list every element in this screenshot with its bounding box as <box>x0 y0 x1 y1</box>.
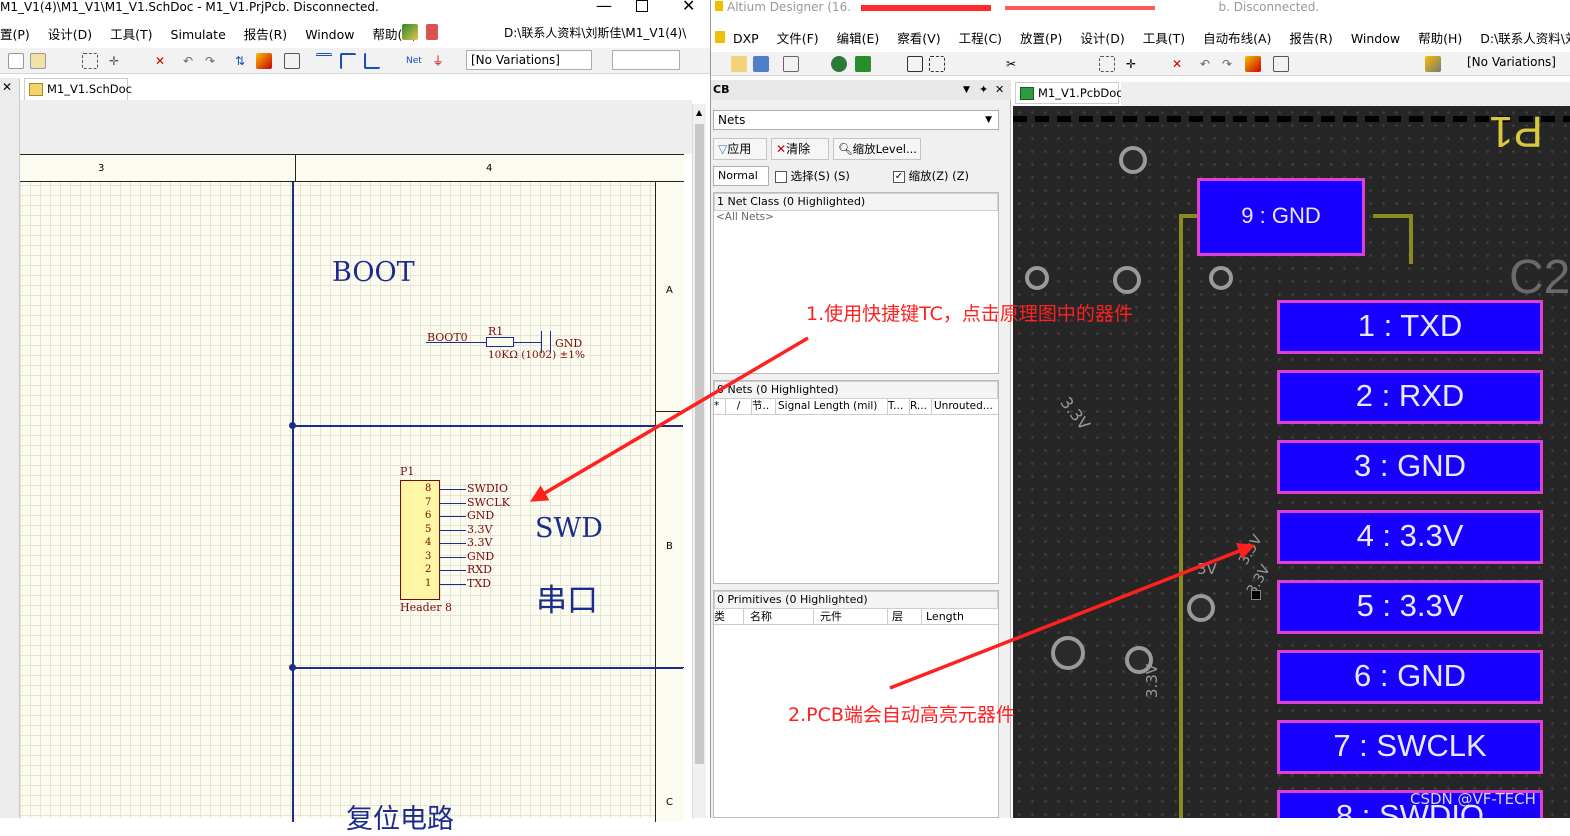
annotation-step1: 1.使用快捷键TC，点击原理图中的器件 <box>806 303 1133 325</box>
arrow-to-pcb <box>889 542 1256 690</box>
annotation-step2: 2.PCB端会自动高亮元器件 <box>788 704 1015 726</box>
annotation-arrows <box>529 336 1256 690</box>
arrow-to-schematic <box>529 336 809 502</box>
watermark: CSDN @VF-TECH <box>1410 790 1536 808</box>
